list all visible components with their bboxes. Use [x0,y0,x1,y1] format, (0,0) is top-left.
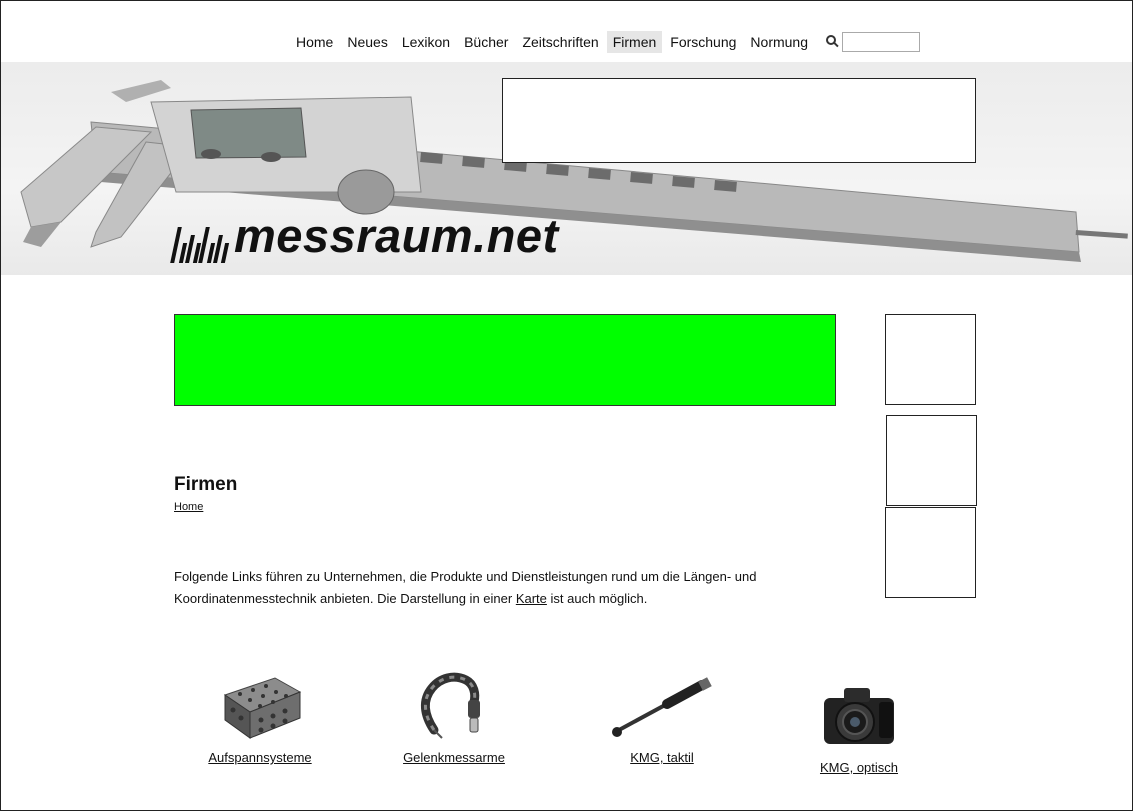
site-logo[interactable]: messraum.net [170,208,559,263]
nav-item-normung[interactable]: Normung [744,31,814,53]
logo-ruler-icon [170,225,230,263]
nav-item-buecher[interactable]: Bücher [458,31,514,53]
category-label[interactable]: Aufspannsysteme [180,750,340,765]
map-link[interactable]: Karte [516,591,547,606]
category-aufspannsysteme[interactable]: Aufspannsysteme [180,660,340,765]
green-ad-banner[interactable] [174,314,836,406]
category-kmg-optisch[interactable]: KMG, optisch [779,670,939,775]
page-title: Firmen [174,474,238,495]
banner-ad-placeholder[interactable] [502,78,976,163]
category-label[interactable]: Gelenkmessarme [374,750,534,765]
intro-text-part1: Folgende Links führen zu Unternehmen, di… [174,569,757,606]
side-ad-2[interactable] [886,415,977,506]
probe-stylus-image[interactable] [582,660,742,740]
search-input[interactable] [842,32,921,52]
articulated-arm-image[interactable] [374,660,534,740]
side-ad-3[interactable] [885,507,976,598]
nav-item-home[interactable]: Home [290,31,339,53]
search-box [824,32,921,52]
logo-text: messraum.net [234,209,559,262]
intro-text: Folgende Links führen zu Unternehmen, di… [174,566,854,610]
category-label[interactable]: KMG, optisch [779,760,939,775]
category-gelenkmessarme[interactable]: Gelenkmessarme [374,660,534,765]
nav-item-forschung[interactable]: Forschung [664,31,742,53]
search-icon[interactable] [824,34,840,50]
nav-item-firmen[interactable]: Firmen [606,31,663,53]
top-nav: Home Neues Lexikon Bücher Zeitschriften … [290,30,921,54]
nav-item-neues[interactable]: Neues [341,31,393,53]
breadcrumb-home[interactable]: Home [174,501,203,513]
side-ad-1[interactable] [885,314,976,405]
category-kmg-taktil[interactable]: KMG, taktil [582,660,742,765]
intro-text-part2: ist auch möglich. [546,591,648,606]
fixture-block-image[interactable] [180,660,340,740]
nav-item-lexikon[interactable]: Lexikon [396,31,456,53]
category-label[interactable]: KMG, taktil [582,750,742,765]
camera-image[interactable] [779,670,939,750]
header-banner: messraum.net [1,62,1132,275]
nav-item-zeitschriften[interactable]: Zeitschriften [516,31,604,53]
